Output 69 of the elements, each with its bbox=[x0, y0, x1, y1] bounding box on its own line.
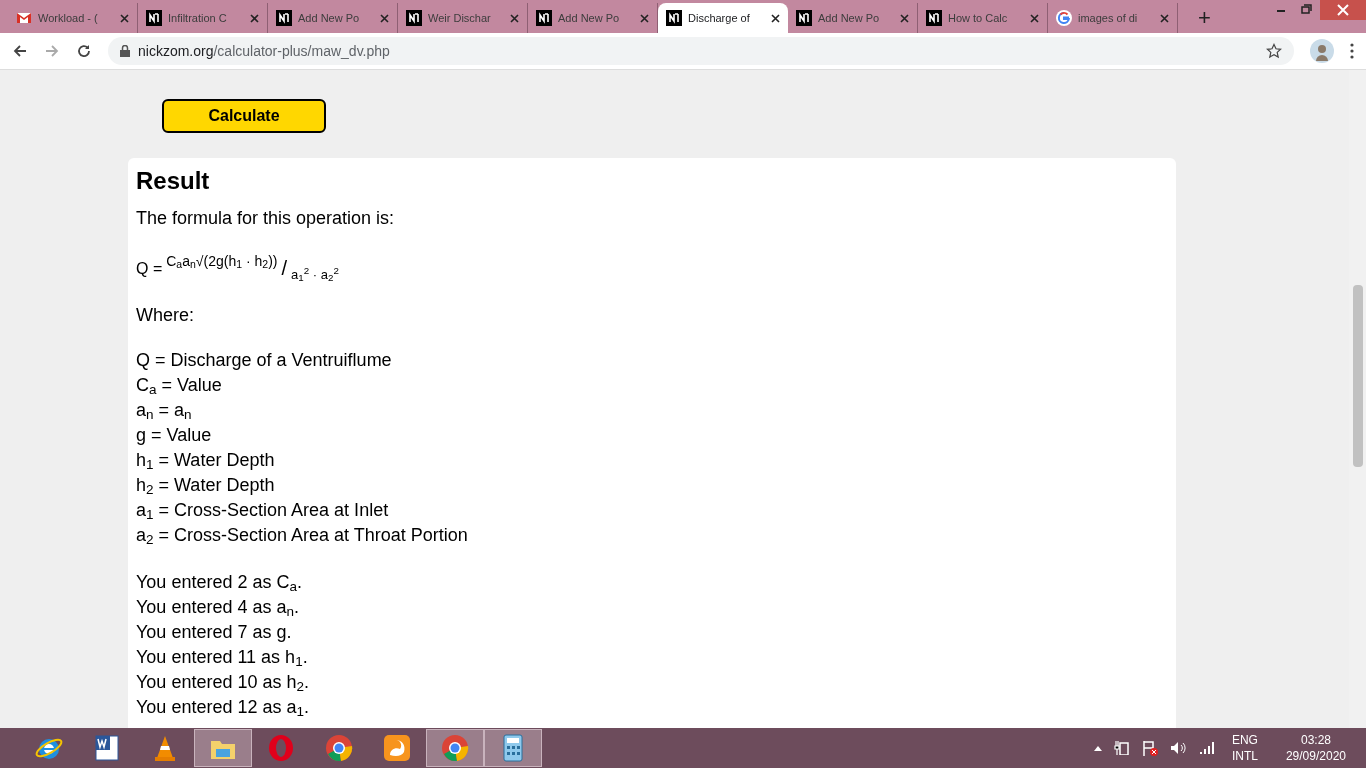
close-icon[interactable] bbox=[1030, 13, 1039, 23]
definition-line: h$_{2}$ = Water Depth bbox=[136, 474, 275, 498]
avatar-icon[interactable] bbox=[1310, 39, 1334, 63]
where-label: Where: bbox=[136, 304, 196, 327]
clock-time[interactable]: 03:28 bbox=[1300, 732, 1331, 748]
logo-icon bbox=[276, 10, 292, 26]
logo-icon bbox=[666, 10, 682, 26]
tab-title: Workload - ( bbox=[38, 10, 98, 26]
close-icon[interactable] bbox=[640, 13, 649, 23]
browser-tab[interactable]: Discharge of bbox=[658, 3, 788, 33]
tab-title: Infiltration C bbox=[168, 10, 227, 26]
close-icon[interactable] bbox=[120, 13, 129, 23]
back-icon[interactable] bbox=[12, 43, 28, 59]
close-icon[interactable] bbox=[510, 13, 519, 23]
definition-line: h$_{1}$ = Water Depth bbox=[136, 449, 275, 473]
layout-indicator[interactable]: INTL bbox=[1231, 748, 1258, 764]
taskbar-button[interactable] bbox=[484, 729, 542, 767]
entered-value-line: You entered 10 as h$_{2}$. bbox=[136, 671, 309, 695]
definition-line: a$_{2}$ = Cross-Section Area at Throat Portion bbox=[136, 524, 468, 548]
result-heading: Result bbox=[136, 166, 211, 196]
logo-icon bbox=[146, 10, 162, 26]
calculate-button[interactable]: Calculate bbox=[162, 99, 326, 133]
entered-value-line: You entered 4 as a$_{n}$. bbox=[136, 596, 299, 620]
entered-value-line: You entered 12 as a$_{1}$. bbox=[136, 696, 309, 720]
tab-title: How to Calc bbox=[948, 10, 1008, 26]
definition-line: a$_{n}$ = a$_{n}$ bbox=[136, 399, 192, 423]
reload-icon[interactable] bbox=[76, 43, 92, 59]
close-icon[interactable] bbox=[900, 13, 909, 23]
document-icon[interactable] bbox=[92, 733, 122, 763]
clock-date[interactable]: 29/09/2020 bbox=[1285, 748, 1346, 764]
tab-title: Add New Po bbox=[298, 10, 360, 26]
tab-title: Discharge of bbox=[688, 10, 750, 26]
flag-icon[interactable] bbox=[1141, 740, 1158, 756]
tab-title: Weir Dischar bbox=[428, 10, 491, 26]
battery-icon[interactable] bbox=[1113, 741, 1130, 755]
definition-line: a$_{1}$ = Cross-Section Area at Inlet bbox=[136, 499, 389, 523]
squirrel-icon[interactable] bbox=[382, 733, 412, 763]
tab-title: Add New Po bbox=[818, 10, 880, 26]
logo-icon bbox=[796, 10, 812, 26]
lock-icon bbox=[120, 45, 130, 57]
tab-title: images of di bbox=[1078, 10, 1138, 26]
chrome-icon[interactable] bbox=[324, 733, 354, 763]
new-tab-button[interactable]: + bbox=[1190, 3, 1219, 33]
entered-value-line: You entered 2 as C$_{a}$. bbox=[136, 571, 302, 595]
caret-icon[interactable] bbox=[1093, 745, 1102, 751]
address-bar[interactable]: nickzom.org/calculator-plus/maw_dv.php bbox=[108, 37, 1294, 65]
speaker-icon[interactable] bbox=[1169, 741, 1188, 755]
star-icon[interactable] bbox=[1266, 43, 1282, 59]
language-indicator[interactable]: ENG bbox=[1231, 732, 1258, 748]
formula-intro: The formula for this operation is: bbox=[136, 207, 396, 230]
mail-icon bbox=[16, 12, 32, 24]
logo-icon bbox=[406, 10, 422, 26]
tab-title: Add New Po bbox=[558, 10, 620, 26]
entered-value-line: You entered 11 as h$_{1}$. bbox=[136, 646, 308, 670]
close-icon[interactable] bbox=[1160, 13, 1169, 23]
definition-line: Q = Discharge of a Ventruiflume bbox=[136, 349, 392, 372]
menu-icon[interactable] bbox=[1350, 43, 1354, 59]
chrome-icon[interactable] bbox=[440, 733, 470, 763]
logo-icon bbox=[926, 10, 942, 26]
url-text: nickzom.org/calculator-plus/maw_dv.php bbox=[138, 41, 391, 61]
close-icon[interactable] bbox=[250, 13, 259, 23]
definition-line: g = Value bbox=[136, 424, 212, 447]
signal-icon[interactable] bbox=[1199, 742, 1216, 754]
google-icon bbox=[1056, 10, 1072, 26]
close-icon[interactable] bbox=[380, 13, 389, 23]
close-icon[interactable] bbox=[771, 13, 780, 23]
definition-line: C$_{a}$ = Value bbox=[136, 374, 222, 398]
logo-icon bbox=[536, 10, 552, 26]
entered-value-line: You entered 7 as g. bbox=[136, 621, 292, 644]
